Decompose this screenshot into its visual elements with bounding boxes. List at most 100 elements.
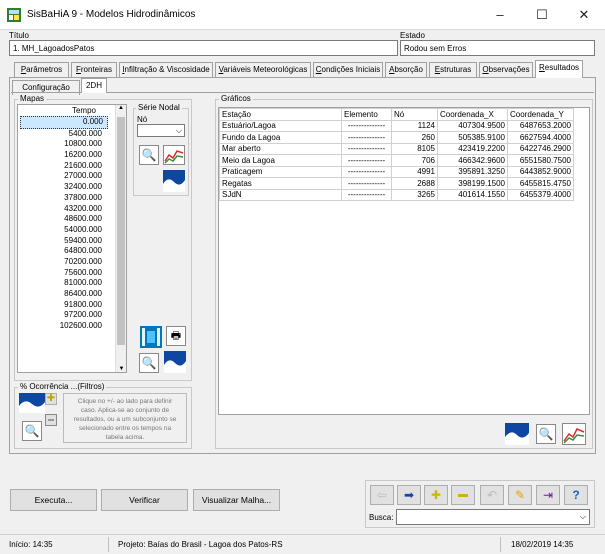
tab-parametros[interactable]: Parâmetros xyxy=(14,62,69,77)
executa-button[interactable]: Executa... xyxy=(10,489,97,511)
tempo-item[interactable]: 97200.000 xyxy=(18,310,126,321)
tempo-item[interactable]: 32400.000 xyxy=(18,182,126,193)
cell-estacao[interactable]: Regatas xyxy=(219,177,342,190)
tab-fronteiras[interactable]: Fronteiras xyxy=(71,62,117,77)
tempo-scrollbar[interactable]: ▲ ▼ xyxy=(115,105,126,372)
col-coordenada-y[interactable]: Coordenada_Y xyxy=(507,108,574,121)
tempo-item[interactable]: 75600.000 xyxy=(18,268,126,279)
map-zoom-button[interactable]: 🔍 xyxy=(139,353,159,373)
cell-elemento[interactable]: -------------- xyxy=(341,131,392,144)
exit-button[interactable]: ⇥ xyxy=(536,485,560,505)
busca-select[interactable]: ⌵ xyxy=(396,509,590,525)
tempo-item[interactable]: 86400.000 xyxy=(18,289,126,300)
table-row[interactable]: Fundo da Lagoa -------------- 260 505385.91… xyxy=(219,131,574,144)
cell-coordenada-x[interactable]: 395891.3250 xyxy=(437,165,508,178)
film-icon[interactable] xyxy=(140,326,162,348)
table-row[interactable]: Regatas -------------- 2688 398199.1500 6455… xyxy=(219,177,574,190)
cell-estacao[interactable]: Estuário/Lagoa xyxy=(219,119,342,132)
cell-coordenada-y[interactable]: 6551580.7500 xyxy=(507,154,574,167)
tempo-item[interactable]: 91800.000 xyxy=(18,300,126,311)
cell-elemento[interactable]: -------------- xyxy=(341,154,392,167)
tempo-list[interactable]: Tempo 0.000 5400.000 10800.000 16200.000 216… xyxy=(17,104,127,373)
cell-elemento[interactable]: -------------- xyxy=(341,188,392,201)
table-row[interactable]: Mar aberto -------------- 8105 423419.2200 6… xyxy=(219,142,574,155)
remove-filter-button[interactable] xyxy=(45,414,57,426)
graficos-zoom-button[interactable]: 🔍 xyxy=(536,424,556,444)
cell-estacao[interactable]: Praticagem xyxy=(219,165,342,178)
tempo-item[interactable]: 48600.000 xyxy=(18,214,126,225)
cell-coordenada-y[interactable]: 6443852.9000 xyxy=(507,165,574,178)
zoom-button[interactable]: 🔍 xyxy=(139,145,159,165)
cell-coordenada-x[interactable]: 401614.1550 xyxy=(437,188,508,201)
minimize-button[interactable]: – xyxy=(479,0,521,30)
cell-elemento[interactable]: -------------- xyxy=(341,119,392,132)
scroll-up-icon[interactable]: ▲ xyxy=(116,105,126,111)
tempo-item[interactable]: 37800.000 xyxy=(18,193,126,204)
cell-coordenada-y[interactable]: 6455815.4750 xyxy=(507,177,574,190)
tab-infiltracao[interactable]: Infiltração & Viscosidade xyxy=(119,62,213,77)
table-row[interactable]: Estuário/Lagoa -------------- 1124 407304.9… xyxy=(219,119,574,132)
maximize-button[interactable]: ☐ xyxy=(521,0,563,30)
tempo-item[interactable]: 54000.000 xyxy=(18,225,126,236)
tempo-item[interactable]: 5400.000 xyxy=(18,129,126,140)
tempo-item[interactable]: 43200.000 xyxy=(18,204,126,215)
tab-condicoes-iniciais[interactable]: Condições Iniciais xyxy=(313,62,383,77)
forward-button[interactable]: ➡ xyxy=(397,485,421,505)
cell-no[interactable]: 260 xyxy=(391,131,438,144)
table-row[interactable]: Meio da Lagoa -------------- 706 466342.960… xyxy=(219,154,574,167)
cell-coordenada-x[interactable]: 407304.9500 xyxy=(437,119,508,132)
tempo-item[interactable]: 10800.000 xyxy=(18,139,126,150)
cell-no[interactable]: 2688 xyxy=(391,177,438,190)
wave-map-icon[interactable] xyxy=(163,170,185,192)
help-button[interactable]: ? xyxy=(564,485,588,505)
tempo-item[interactable]: 64800.000 xyxy=(18,246,126,257)
cell-coordenada-y[interactable]: 6487653.2000 xyxy=(507,119,574,132)
wave-map-icon[interactable] xyxy=(164,351,186,373)
tempo-item[interactable]: 81000.000 xyxy=(18,278,126,289)
add-filter-button[interactable]: ✚ xyxy=(45,393,57,405)
cell-coordenada-y[interactable]: 6455379.4000 xyxy=(507,188,574,201)
cell-coordenada-x[interactable]: 423419.2200 xyxy=(437,142,508,155)
tempo-item[interactable]: 27000.000 xyxy=(18,171,126,182)
subtab-2dh[interactable]: 2DH xyxy=(81,78,107,93)
tempo-item[interactable]: 16200.000 xyxy=(18,150,126,161)
tempo-item[interactable]: 0.000 xyxy=(20,116,108,129)
tempo-item[interactable]: 102600.000 xyxy=(18,321,126,332)
col-estacao[interactable]: Estação xyxy=(219,108,342,121)
cell-coordenada-x[interactable]: 505385.9100 xyxy=(437,131,508,144)
table-row[interactable]: Praticagem -------------- 4991 395891.3250 6… xyxy=(219,165,574,178)
tempo-item[interactable]: 70200.000 xyxy=(18,257,126,268)
cell-coordenada-x[interactable]: 466342.9600 xyxy=(437,154,508,167)
edit-button[interactable]: ✎ xyxy=(508,485,532,505)
scroll-thumb[interactable] xyxy=(117,117,125,345)
col-coordenada-x[interactable]: Coordenada_X xyxy=(437,108,508,121)
tab-estruturas[interactable]: Estruturas xyxy=(429,62,477,77)
tempo-item[interactable]: 59400.000 xyxy=(18,236,126,247)
wave-map-icon[interactable] xyxy=(505,423,529,445)
cell-coordenada-y[interactable]: 6422746.2900 xyxy=(507,142,574,155)
tempo-item[interactable]: 21600.000 xyxy=(18,161,126,172)
cell-no[interactable]: 1124 xyxy=(391,119,438,132)
cell-coordenada-y[interactable]: 6627594.4000 xyxy=(507,131,574,144)
cell-no[interactable]: 706 xyxy=(391,154,438,167)
cell-estacao[interactable]: Mar aberto xyxy=(219,142,342,155)
cell-estacao[interactable]: SJdN xyxy=(219,188,342,201)
cell-no[interactable]: 3265 xyxy=(391,188,438,201)
cell-elemento[interactable]: -------------- xyxy=(341,177,392,190)
scroll-down-icon[interactable]: ▼ xyxy=(116,366,126,372)
line-chart-icon[interactable] xyxy=(562,423,586,445)
export-button[interactable]: 🖶 xyxy=(166,326,186,346)
cell-elemento[interactable]: -------------- xyxy=(341,142,392,155)
verificar-button[interactable]: Verificar xyxy=(101,489,188,511)
wave-map-icon[interactable] xyxy=(19,393,45,413)
cell-no[interactable]: 8105 xyxy=(391,142,438,155)
back-button[interactable]: ⇦ xyxy=(370,485,394,505)
cell-estacao[interactable]: Fundo da Lagoa xyxy=(219,131,342,144)
tab-variaveis-meteorologicas[interactable]: Variáveis Meteorológicas xyxy=(215,62,311,77)
col-no[interactable]: Nó xyxy=(391,108,438,121)
titulo-field[interactable]: 1. MH_LagoadosPatos xyxy=(9,40,398,56)
tab-resultados[interactable]: Resultados xyxy=(535,60,583,78)
cell-no[interactable]: 4991 xyxy=(391,165,438,178)
remove-button[interactable] xyxy=(451,485,475,505)
estacoes-table[interactable]: Estação Elemento Nó Coordenada_X Coorden… xyxy=(219,108,574,201)
